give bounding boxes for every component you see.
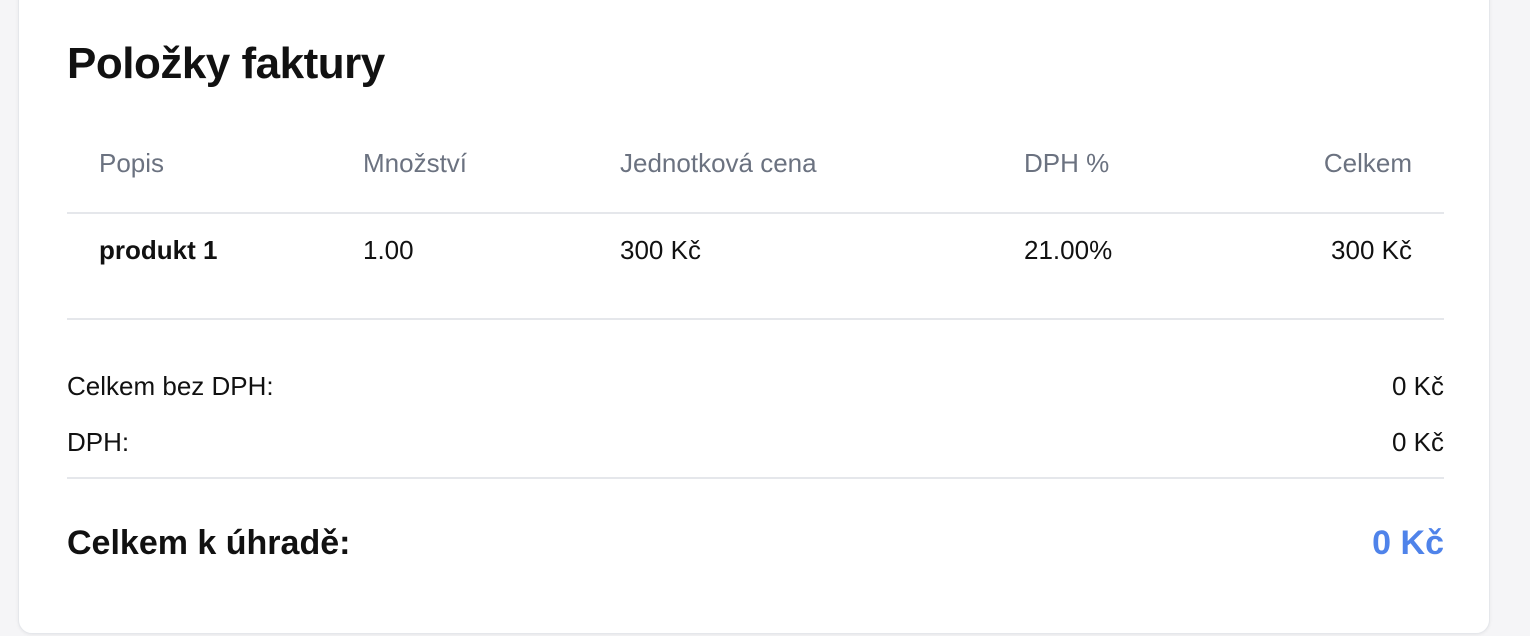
cell-description: produkt 1 — [67, 213, 331, 320]
cell-vat-percent: 21.00% — [992, 213, 1222, 320]
table-header-row: Popis Množství Jednotková cena DPH % Cel… — [67, 115, 1444, 214]
invoice-items-table: Popis Množství Jednotková cena DPH % Cel… — [67, 115, 1444, 320]
invoice-items-card: Položky faktury Popis Množství Jednotkov… — [18, 0, 1490, 634]
column-header-total: Celkem — [1222, 115, 1444, 214]
column-header-description: Popis — [67, 115, 331, 214]
cell-unit-price: 300 Kč — [588, 213, 992, 320]
summary-total-row: Celkem k úhradě: 0 Kč — [67, 519, 1444, 567]
summary-total-label: Celkem k úhradě: — [67, 523, 351, 562]
summary-net-value: 0 Kč — [1391, 370, 1444, 401]
cell-quantity: 1.00 — [331, 213, 588, 320]
column-header-vat-percent: DPH % — [992, 115, 1222, 214]
table-row: produkt 1 1.00 300 Kč 21.00% 300 Kč — [67, 213, 1444, 320]
summary-total-value: 0 Kč — [1372, 523, 1444, 562]
summary-vat-value: 0 Kč — [1391, 426, 1444, 457]
summary-vat-label: DPH: — [67, 426, 130, 457]
summary-vat-row: DPH: 0 Kč — [67, 423, 1444, 461]
summary-net-label: Celkem bez DPH: — [67, 370, 274, 401]
column-header-quantity: Množství — [331, 115, 588, 214]
cell-total: 300 Kč — [1222, 213, 1444, 320]
summary-divider — [67, 477, 1444, 479]
summary-net-row: Celkem bez DPH: 0 Kč — [67, 367, 1444, 405]
column-header-unit-price: Jednotková cena — [588, 115, 992, 214]
card-title: Položky faktury — [67, 39, 385, 88]
